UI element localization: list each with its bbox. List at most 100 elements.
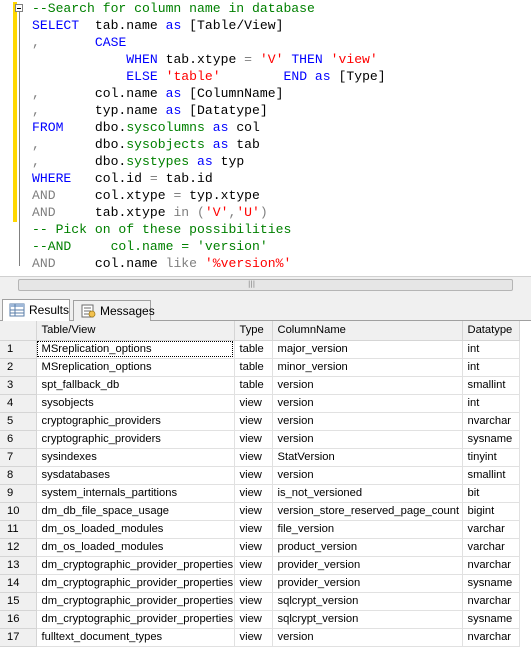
cell-table-view[interactable]: dm_cryptographic_provider_properties — [36, 610, 235, 629]
cell-table-view[interactable]: cryptographic_providers — [36, 412, 235, 431]
grid-corner[interactable] — [0, 321, 37, 341]
column-header-columnname[interactable]: ColumnName — [272, 321, 463, 341]
table-row[interactable]: 4 sysobjects view version int — [0, 394, 520, 413]
cell-type[interactable]: view — [234, 466, 273, 485]
cell-datatype[interactable]: smallint — [462, 466, 520, 485]
cell-columnname[interactable]: sqlcrypt_version — [272, 592, 463, 611]
cell-datatype[interactable]: sysname — [462, 574, 520, 593]
cell-type[interactable]: view — [234, 448, 273, 467]
cell-table-view[interactable]: cryptographic_providers — [36, 430, 235, 449]
code-line[interactable]: FROM dbo.syscolumns as col — [32, 119, 386, 136]
row-number[interactable]: 11 — [0, 520, 37, 539]
cell-table-view[interactable]: spt_fallback_db — [36, 376, 235, 395]
cell-datatype[interactable]: int — [462, 394, 520, 413]
row-number[interactable]: 9 — [0, 484, 37, 503]
cell-datatype[interactable]: bit — [462, 484, 520, 503]
cell-type[interactable]: view — [234, 628, 273, 647]
cell-datatype[interactable]: smallint — [462, 376, 520, 395]
cell-columnname[interactable]: provider_version — [272, 556, 463, 575]
cell-type[interactable]: view — [234, 412, 273, 431]
cell-table-view[interactable]: MSreplication_options — [36, 358, 235, 377]
code-line[interactable]: SELECT tab.name as [Table/View] — [32, 17, 386, 34]
cell-type[interactable]: view — [234, 538, 273, 557]
cell-datatype[interactable]: sysname — [462, 430, 520, 449]
editor-horizontal-scrollbar[interactable]: ||| — [0, 276, 531, 293]
cell-columnname[interactable]: minor_version — [272, 358, 463, 377]
cell-columnname[interactable]: version — [272, 412, 463, 431]
cell-datatype[interactable]: nvarchar — [462, 556, 520, 575]
cell-datatype[interactable]: nvarchar — [462, 412, 520, 431]
row-number[interactable]: 12 — [0, 538, 37, 557]
cell-type[interactable]: view — [234, 592, 273, 611]
cell-table-view[interactable]: MSreplication_options — [36, 340, 235, 359]
table-row[interactable]: 9 system_internals_partitions view is_not_v… — [0, 484, 520, 503]
results-grid[interactable]: Table/View Type ColumnName Datatype 1 MSr… — [0, 321, 531, 670]
code-line[interactable]: , dbo.systypes as typ — [32, 153, 386, 170]
row-number[interactable]: 15 — [0, 592, 37, 611]
table-row[interactable]: 16 dm_cryptographic_provider_properties vi… — [0, 610, 520, 629]
row-number[interactable]: 13 — [0, 556, 37, 575]
code-line[interactable]: , col.name as [ColumnName] — [32, 85, 386, 102]
table-row[interactable]: 15 dm_cryptographic_provider_properties vi… — [0, 592, 520, 611]
cell-table-view[interactable]: fulltext_document_types — [36, 628, 235, 647]
collapse-toggle-icon[interactable] — [15, 4, 23, 12]
table-row[interactable]: 6 cryptographic_providers view version sysna… — [0, 430, 520, 449]
cell-type[interactable]: view — [234, 610, 273, 629]
table-row[interactable]: 11 dm_os_loaded_modules view file_version va… — [0, 520, 520, 539]
cell-columnname[interactable]: file_version — [272, 520, 463, 539]
tab-messages[interactable]: Messages — [73, 300, 155, 321]
code-line[interactable]: -- Pick on of these possibilities — [32, 221, 386, 238]
cell-type[interactable]: table — [234, 340, 273, 359]
cell-columnname[interactable]: version — [272, 430, 463, 449]
cell-table-view[interactable]: dm_os_loaded_modules — [36, 538, 235, 557]
row-number[interactable]: 17 — [0, 628, 37, 647]
table-row[interactable]: 1 MSreplication_options table major_version… — [0, 340, 520, 359]
row-number[interactable]: 10 — [0, 502, 37, 521]
row-number[interactable]: 8 — [0, 466, 37, 485]
table-row[interactable]: 14 dm_cryptographic_provider_properties vi… — [0, 574, 520, 593]
column-header-datatype[interactable]: Datatype — [462, 321, 520, 341]
cell-datatype[interactable]: sysname — [462, 610, 520, 629]
code-line[interactable]: , dbo.sysobjects as tab — [32, 136, 386, 153]
table-row[interactable]: 3 spt_fallback_db table version smallint — [0, 376, 520, 395]
code-line[interactable]: AND col.xtype = typ.xtype — [32, 187, 386, 204]
cell-type[interactable]: view — [234, 430, 273, 449]
code-line[interactable]: --AND col.name = 'version' — [32, 238, 386, 255]
cell-type[interactable]: view — [234, 394, 273, 413]
cell-datatype[interactable]: nvarchar — [462, 592, 520, 611]
cell-type[interactable]: view — [234, 574, 273, 593]
table-row[interactable]: 17 fulltext_document_types view version nvar… — [0, 628, 520, 647]
row-number[interactable]: 6 — [0, 430, 37, 449]
cell-columnname[interactable]: version — [272, 394, 463, 413]
cell-datatype[interactable]: varchar — [462, 520, 520, 539]
cell-columnname[interactable]: is_not_versioned — [272, 484, 463, 503]
cell-table-view[interactable]: dm_os_loaded_modules — [36, 520, 235, 539]
code-line[interactable]: WHEN tab.xtype = 'V' THEN 'view' — [32, 51, 386, 68]
cell-table-view[interactable]: dm_cryptographic_provider_properties — [36, 556, 235, 575]
cell-table-view[interactable]: sysindexes — [36, 448, 235, 467]
cell-type[interactable]: view — [234, 556, 273, 575]
cell-table-view[interactable]: dm_db_file_space_usage — [36, 502, 235, 521]
row-number[interactable]: 7 — [0, 448, 37, 467]
code-line[interactable]: , typ.name as [Datatype] — [32, 102, 386, 119]
row-number[interactable]: 4 — [0, 394, 37, 413]
row-number[interactable]: 16 — [0, 610, 37, 629]
code-line[interactable]: WHERE col.id = tab.id — [32, 170, 386, 187]
cell-datatype[interactable]: bigint — [462, 502, 520, 521]
row-number[interactable]: 5 — [0, 412, 37, 431]
cell-columnname[interactable]: version_store_reserved_page_count — [272, 502, 463, 521]
sql-editor[interactable]: --Search for column name in database SELE… — [0, 0, 531, 276]
cell-type[interactable]: view — [234, 484, 273, 503]
cell-table-view[interactable]: dm_cryptographic_provider_properties — [36, 592, 235, 611]
table-row[interactable]: 8 sysdatabases view version smallint — [0, 466, 520, 485]
table-row[interactable]: 12 dm_os_loaded_modules view product_versio… — [0, 538, 520, 557]
cell-table-view[interactable]: system_internals_partitions — [36, 484, 235, 503]
row-number[interactable]: 3 — [0, 376, 37, 395]
row-number[interactable]: 1 — [0, 340, 37, 359]
cell-datatype[interactable]: int — [462, 358, 520, 377]
cell-columnname[interactable]: version — [272, 466, 463, 485]
code-line[interactable]: --Search for column name in database — [32, 0, 386, 17]
column-header-type[interactable]: Type — [234, 321, 273, 341]
cell-columnname[interactable]: version — [272, 628, 463, 647]
sql-code[interactable]: --Search for column name in database SELE… — [32, 0, 386, 272]
